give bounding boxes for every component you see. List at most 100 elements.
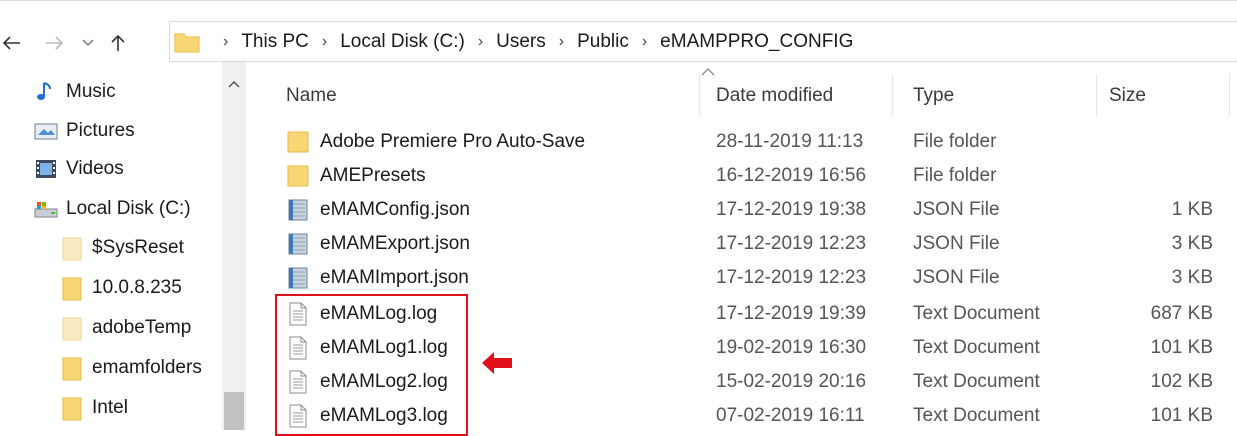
file-size: 1 KB — [1171, 199, 1213, 220]
folder-icon — [286, 164, 310, 188]
file-date: 17-12-2019 19:39 — [716, 303, 867, 324]
nav-item-local-disk[interactable]: Local Disk (C:) — [0, 191, 222, 227]
file-name: AMEPresets — [320, 165, 426, 186]
chevron-right-icon: › — [321, 33, 328, 50]
file-date: 19-02-2019 16:30 — [716, 337, 867, 358]
folder-icon — [62, 397, 86, 421]
file-row[interactable]: AMEPresets 16-12-2019 16:56 File folder — [246, 159, 1237, 193]
column-divider[interactable] — [1229, 74, 1230, 116]
file-row[interactable]: eMAMExport.json 17-12-2019 12:23 JSON File… — [246, 227, 1237, 261]
nav-item-label: Music — [66, 81, 116, 102]
breadcrumb-item[interactable]: This PC — [241, 31, 309, 53]
nav-item-label: emamfolders — [92, 357, 202, 378]
navigation-scrollbar[interactable] — [222, 62, 246, 430]
nav-item-label: Local Disk (C:) — [66, 198, 191, 219]
column-header-size[interactable]: Size — [1109, 78, 1146, 114]
column-header-date[interactable]: Date modified — [716, 78, 833, 114]
nav-item-pictures[interactable]: Pictures — [0, 113, 222, 149]
file-size: 101 KB — [1150, 337, 1213, 358]
back-arrow-icon — [3, 36, 20, 50]
file-type: JSON File — [913, 267, 1000, 288]
file-size: 3 KB — [1171, 233, 1213, 254]
file-date: 17-12-2019 19:38 — [716, 199, 867, 220]
nav-item-label: $SysReset — [92, 237, 184, 258]
file-date: 28-11-2019 11:13 — [716, 131, 864, 152]
chevron-down-icon — [82, 39, 94, 47]
file-type: Text Document — [913, 405, 1040, 426]
up-button[interactable] — [106, 28, 130, 58]
file-date: 15-02-2019 20:16 — [716, 371, 867, 392]
nav-item-emamfolders[interactable]: emamfolders — [0, 350, 222, 386]
file-size: 3 KB — [1171, 267, 1213, 288]
file-type: JSON File — [913, 233, 1000, 254]
drive-icon — [34, 198, 58, 220]
file-name: eMAMImport.json — [320, 267, 469, 288]
chevron-right-icon: › — [223, 33, 229, 50]
file-name: Adobe Premiere Pro Auto-Save — [320, 131, 586, 152]
file-type: Text Document — [913, 371, 1040, 392]
breadcrumb-item[interactable]: Public — [577, 31, 629, 53]
folder-icon — [174, 31, 200, 53]
column-divider[interactable] — [1096, 74, 1097, 116]
nav-item-intel[interactable]: Intel — [0, 390, 222, 426]
file-row[interactable]: Adobe Premiere Pro Auto-Save 28-11-2019 1… — [246, 125, 1237, 159]
file-size: 687 KB — [1150, 303, 1213, 324]
breadcrumb-item[interactable]: eMAMPPRO_CONFIG — [660, 31, 853, 53]
window-top-border — [0, 0, 1237, 1]
folder-icon — [62, 317, 86, 341]
column-header-type[interactable]: Type — [913, 78, 954, 114]
forward-button[interactable] — [42, 28, 66, 58]
scrollbar-thumb[interactable] — [224, 392, 244, 430]
up-arrow-icon — [111, 34, 125, 51]
file-type: File folder — [913, 131, 997, 152]
file-size: 101 KB — [1150, 405, 1213, 426]
pictures-icon — [34, 120, 58, 142]
nav-item-10-0-8-235[interactable]: 10.0.8.235 — [0, 270, 222, 306]
red-arrow-icon — [482, 352, 512, 374]
nav-item-label: Pictures — [66, 120, 135, 141]
back-button[interactable] — [0, 28, 24, 58]
breadcrumb: › This PC › Local Disk (C:) › Users › Pu… — [174, 24, 853, 60]
file-date: 17-12-2019 12:23 — [716, 233, 867, 254]
nav-item-label: Videos — [66, 158, 124, 179]
file-type: JSON File — [913, 199, 1000, 220]
nav-item-music[interactable]: Music — [0, 74, 222, 110]
file-type: Text Document — [913, 337, 1040, 358]
file-row[interactable]: eMAMImport.json 17-12-2019 12:23 JSON File… — [246, 261, 1237, 295]
file-name: eMAMExport.json — [320, 233, 470, 254]
file-size: 102 KB — [1150, 371, 1213, 392]
file-date: 16-12-2019 16:56 — [716, 165, 867, 186]
chevron-right-icon: › — [558, 33, 565, 50]
file-type: Text Document — [913, 303, 1040, 324]
nav-item-sysreset[interactable]: $SysReset — [0, 230, 222, 266]
file-date: 07-02-2019 16:11 — [716, 405, 865, 426]
music-icon — [34, 81, 58, 103]
forward-arrow-icon — [46, 36, 63, 50]
chevron-right-icon: › — [641, 33, 648, 50]
file-name: eMAMConfig.json — [320, 199, 470, 220]
highlight-box — [275, 294, 468, 436]
column-header-name[interactable]: Name — [286, 78, 337, 114]
nav-item-videos[interactable]: Videos — [0, 151, 222, 187]
json-file-icon — [286, 198, 310, 222]
folder-icon — [286, 130, 310, 154]
nav-item-label: Intel — [92, 397, 128, 418]
file-row[interactable]: eMAMConfig.json 17-12-2019 19:38 JSON File… — [246, 193, 1237, 227]
folder-icon — [62, 277, 86, 301]
folder-icon — [62, 237, 86, 261]
column-divider[interactable] — [699, 74, 700, 116]
column-divider[interactable] — [892, 74, 893, 116]
file-date: 17-12-2019 12:23 — [716, 267, 867, 288]
videos-icon — [34, 158, 58, 180]
scroll-up-icon[interactable] — [222, 74, 246, 94]
nav-item-adobetemp[interactable]: adobeTemp — [0, 310, 222, 346]
nav-item-label: adobeTemp — [92, 317, 192, 338]
recent-locations-button[interactable] — [78, 28, 98, 58]
breadcrumb-item[interactable]: Users — [496, 31, 546, 53]
json-file-icon — [286, 232, 310, 256]
file-type: File folder — [913, 165, 997, 186]
json-file-icon — [286, 266, 310, 290]
breadcrumb-item[interactable]: Local Disk (C:) — [340, 31, 465, 53]
navigation-pane: Music Pictures Videos Local Disk (C:) $S… — [0, 62, 246, 430]
chevron-right-icon: › — [477, 33, 484, 50]
